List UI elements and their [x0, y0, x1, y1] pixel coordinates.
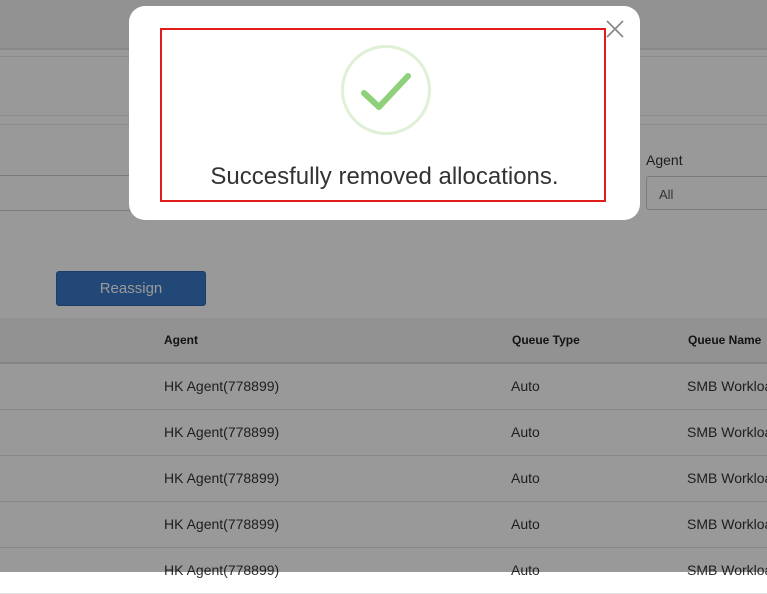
success-message: Succesfully removed allocations.: [210, 163, 559, 190]
success-dialog: Succesfully removed allocations.: [129, 6, 640, 220]
check-circle-icon: [341, 45, 431, 135]
